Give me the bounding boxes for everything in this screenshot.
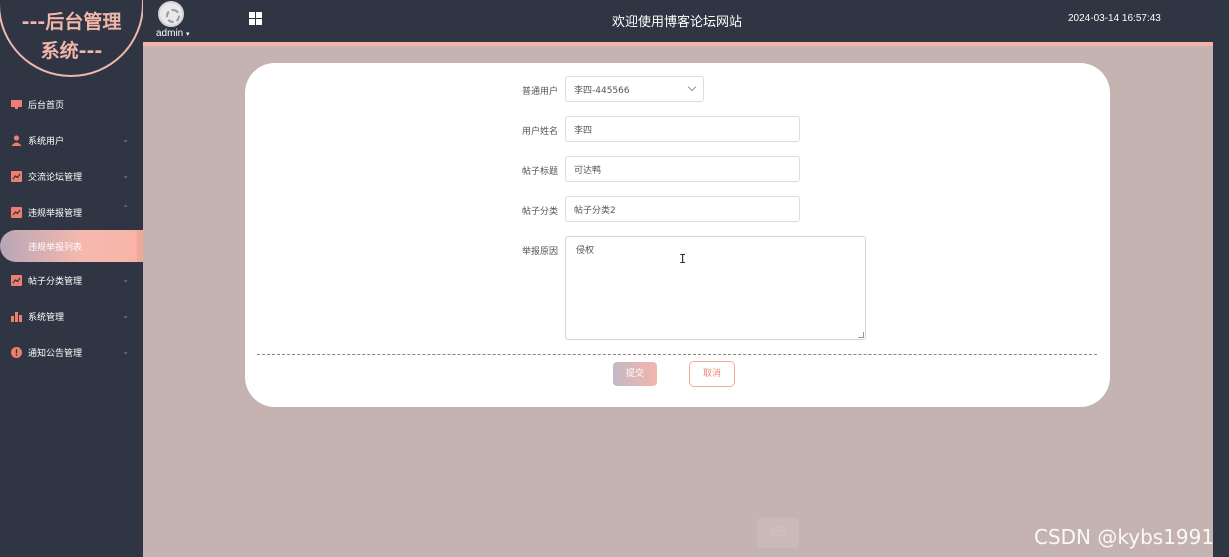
datetime: 2024-03-14 16:57:43 xyxy=(1068,13,1161,24)
sidebar-item-label: 违规举报管理 xyxy=(28,208,83,219)
sidebar-item-post-categories[interactable]: 帖子分类管理 ⌄ xyxy=(0,262,143,298)
submit-button[interactable]: 提交 xyxy=(613,362,657,386)
chevron-down-icon: ⌄ xyxy=(122,171,129,180)
info-icon xyxy=(11,346,22,358)
post-category-field[interactable]: 帖子分类2 xyxy=(565,196,800,222)
username: admin xyxy=(156,28,184,39)
form-card xyxy=(245,63,1110,407)
report-reason-value: 侵权 xyxy=(576,246,595,256)
post-title-field-value: 可达鸭 xyxy=(574,165,602,176)
chevron-up-icon: ⌃ xyxy=(122,204,129,213)
sidebar-item-system-users[interactable]: 系统用户 ⌄ xyxy=(0,122,143,158)
field-label-user: 普通用户 xyxy=(521,87,558,97)
brand-title-line1: ---后台管理 xyxy=(21,11,122,33)
right-edge xyxy=(1213,0,1229,557)
user-select[interactable]: 李四-445566 xyxy=(565,76,704,102)
monitor-icon xyxy=(11,99,22,110)
sidebar-item-label: 交流论坛管理 xyxy=(28,172,83,183)
sidebar-item-home[interactable]: 后台首页 xyxy=(0,86,143,122)
brand-title: ---后台管理 系统--- xyxy=(0,8,143,66)
brand-title-line2: 系统--- xyxy=(40,40,103,62)
resize-handle-icon[interactable] xyxy=(858,332,864,338)
sidebar-subitem-report-list[interactable]: 违规举报列表 xyxy=(0,230,143,262)
brand: ---后台管理 系统--- xyxy=(0,0,144,78)
back-button[interactable]: 返回 xyxy=(757,518,799,548)
sidebar-item-label: 通知公告管理 xyxy=(28,348,83,359)
user-icon xyxy=(11,134,22,146)
field-label-post-title: 帖子标题 xyxy=(521,167,558,177)
chart-icon xyxy=(11,274,22,286)
caret-down-icon: ▾ xyxy=(186,31,190,38)
avatar[interactable] xyxy=(158,1,184,27)
chart-icon xyxy=(11,206,22,218)
chevron-down-icon: ⌄ xyxy=(122,135,129,144)
sidebar-item-label: 系统用户 xyxy=(28,136,65,147)
chevron-down-icon: ⌄ xyxy=(122,275,129,284)
chevron-down-icon: ⌄ xyxy=(122,311,129,320)
sidebar-item-reports[interactable]: 违规举报管理 ⌃ xyxy=(0,194,143,230)
sidebar-item-forum[interactable]: 交流论坛管理 ⌄ xyxy=(0,158,143,194)
sidebar-subitem-label: 违规举报列表 xyxy=(28,243,83,253)
report-reason-textarea[interactable]: 侵权 xyxy=(565,236,866,340)
sidebar-item-label: 后台首页 xyxy=(28,100,65,111)
site-title: 欢迎使用博客论坛网站 xyxy=(611,15,742,30)
post-category-field-value: 帖子分类2 xyxy=(574,205,616,216)
field-label-username: 用户姓名 xyxy=(521,127,558,137)
sidebar-item-system-management[interactable]: 系统管理 ⌄ xyxy=(0,298,143,334)
post-title-field[interactable]: 可达鸭 xyxy=(565,156,800,182)
grid-menu-icon[interactable] xyxy=(249,12,262,25)
username-field[interactable]: 李四 xyxy=(565,116,800,142)
user-select-value: 李四-445566 xyxy=(574,85,630,96)
sidebar-item-label: 系统管理 xyxy=(28,312,65,323)
form-divider xyxy=(257,354,1097,355)
username-field-value: 李四 xyxy=(574,125,593,136)
chevron-down-icon xyxy=(687,82,697,92)
sidebar-item-notices[interactable]: 通知公告管理 ⌄ xyxy=(0,334,143,370)
field-label-report-reason: 举报原因 xyxy=(521,247,558,257)
chart-icon xyxy=(11,170,22,182)
cancel-button[interactable]: 取消 xyxy=(689,361,735,387)
user-menu[interactable]: admin ▾ xyxy=(156,28,190,39)
sidebar: ---后台管理 系统--- 后台首页 系统用户 ⌄ 交流论坛管理 ⌄ 违规举报管… xyxy=(0,0,144,557)
sidebar-item-label: 帖子分类管理 xyxy=(28,276,83,287)
text-cursor-icon: I xyxy=(679,252,687,266)
field-label-post-category: 帖子分类 xyxy=(521,207,558,217)
chevron-down-icon: ⌄ xyxy=(122,347,129,356)
watermark: CSDN @kybs1991 xyxy=(1034,525,1215,549)
bar-chart-icon xyxy=(11,311,22,322)
sidebar-menu: 后台首页 系统用户 ⌄ 交流论坛管理 ⌄ 违规举报管理 ⌃ 违规举报列表 帖子分… xyxy=(0,86,143,370)
